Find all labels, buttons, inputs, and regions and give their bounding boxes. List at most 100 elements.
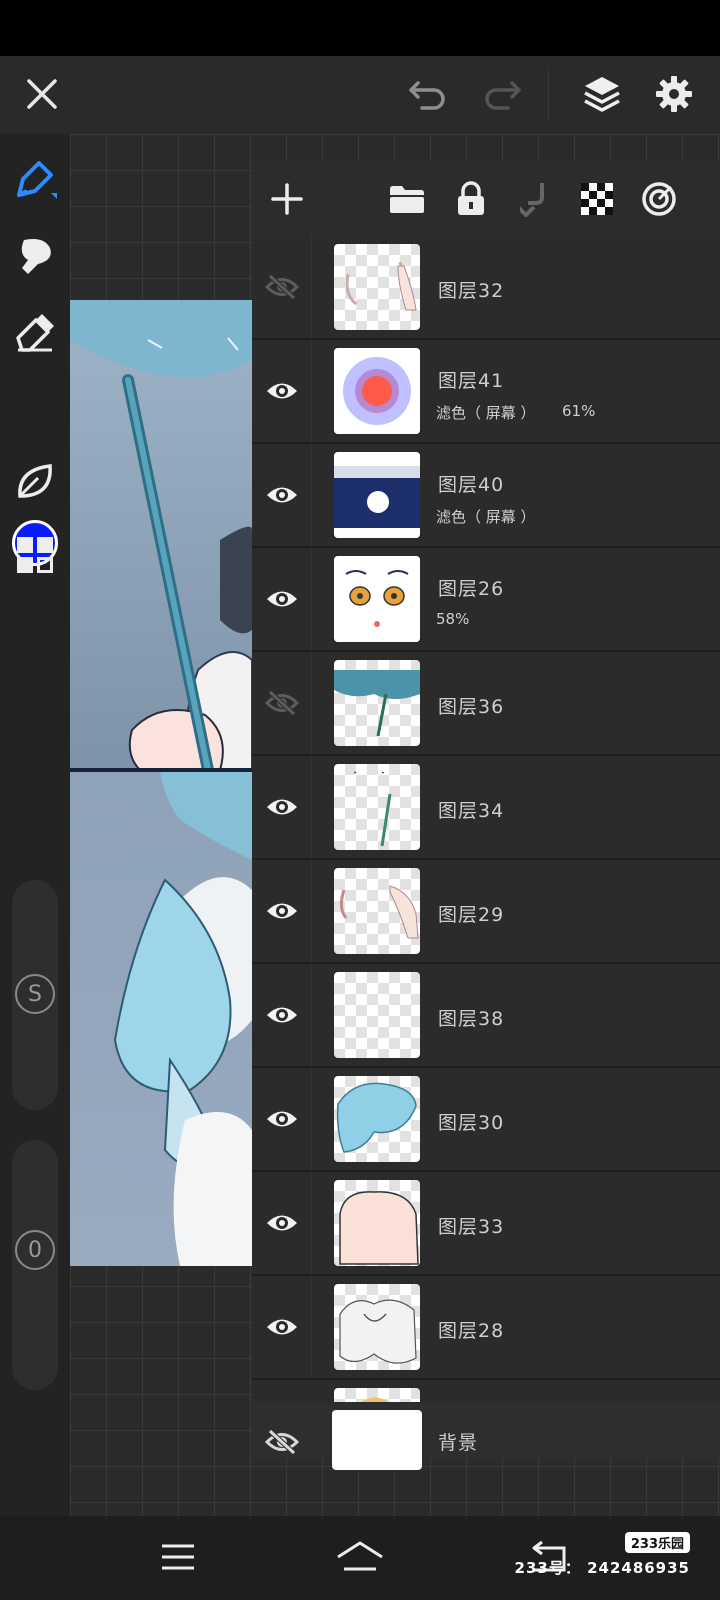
home-icon [337,1541,383,1571]
layer-row[interactable]: 图层30 [252,1068,720,1172]
opacity-slider-knob[interactable]: 0 [15,1230,55,1270]
layer-name: 图层28 [438,1320,505,1342]
visibility-toggle[interactable] [252,652,312,754]
visibility-toggle[interactable] [252,964,312,1066]
brush-opacity-slider[interactable]: 0 [12,1140,58,1390]
layer-name: 图层26 [438,578,505,600]
new-folder-button[interactable] [382,174,432,224]
layer-name: 图层36 [438,696,505,718]
layer-row[interactable]: 图层29 [252,860,720,964]
watermark-id: 233号： 242486935 [514,1559,690,1577]
left-toolbar: S 0 [0,134,70,1516]
layer-row[interactable]: 图层34 [252,756,720,860]
layer-row[interactable]: 图层36 [252,652,720,756]
system-nav-bar: 233乐园 233号： 242486935 [0,1516,720,1600]
layer-name: 图层40 [438,474,505,496]
layer-name: 图层33 [438,1216,505,1238]
status-bar [0,0,720,56]
visibility-toggle[interactable] [252,444,312,546]
visibility-toggle[interactable] [252,1068,312,1170]
eye-off-icon [264,690,299,716]
layer-name: 图层32 [438,280,505,302]
smudge-tool[interactable] [10,230,60,280]
eye-icon [266,487,297,503]
layer-row-partial[interactable] [252,1380,720,1402]
layer-row[interactable]: 图层33 [252,1172,720,1276]
layer-list[interactable]: 图层32 图层41 滤色（ 屏幕 ） 61% 图层40 滤色（ 屏幕 ）图层26 58% 图层… [252,236,720,1402]
layer-opacity: 61% [562,402,596,420]
eye-icon [266,1215,297,1231]
eye-icon [266,383,297,399]
size-slider-knob[interactable]: S [15,974,55,1014]
layers-panel-toolbar [252,162,720,236]
layer-name: 图层38 [438,1008,505,1030]
layer-thumbnail [334,348,420,434]
smudge-icon [21,239,51,274]
layer-row[interactable]: 图层40 滤色（ 屏幕 ） [252,444,720,548]
layer-name: 图层41 [438,370,505,392]
layer-name: 图层34 [438,800,505,822]
divider [548,70,549,118]
eye-icon [266,1111,297,1127]
layer-thumbnail [334,972,420,1058]
blur-tool[interactable] [10,456,60,506]
visibility-toggle[interactable] [252,236,312,338]
eraser-icon [16,314,54,352]
lock-layer-button[interactable] [446,174,496,224]
layer-row[interactable]: 图层32 [252,236,720,340]
layers-button[interactable] [576,68,628,120]
eraser-tool[interactable] [10,306,60,356]
layer-thumbnail [332,1410,422,1470]
layer-thumbnail [334,452,420,538]
close-button[interactable] [16,68,68,120]
layer-name: 背景 [438,1432,479,1454]
grid-icon [17,537,53,573]
visibility-toggle[interactable] [252,548,312,650]
brush-size-slider[interactable]: S [12,880,58,1110]
visibility-toggle[interactable] [252,860,312,962]
transparency-lock-button[interactable] [572,174,622,224]
visibility-toggle[interactable] [252,340,312,442]
background-layer-row[interactable]: 背景 [252,1402,720,1470]
visibility-toggle[interactable] [252,1276,312,1378]
visibility-toggle[interactable] [252,1402,312,1482]
layer-row[interactable]: 图层28 [252,1276,720,1380]
menu-grid-tool[interactable] [10,530,60,580]
visibility-toggle[interactable] [252,756,312,858]
layer-name: 图层30 [438,1112,505,1134]
layer-thumbnail [334,1076,420,1162]
layer-blend-mode: 滤色（ 屏幕 ） [436,404,536,422]
watermark: 233乐园 233号： 242486935 [515,1532,690,1578]
artwork-image [70,300,252,1266]
reference-layer-button[interactable] [634,174,684,224]
layer-opacity: 58% [436,610,470,628]
eye-icon [266,591,297,607]
add-layer-button[interactable] [262,174,312,224]
watermark-logo: 233乐园 [624,1532,690,1553]
home-button[interactable] [330,1532,390,1582]
undo-button[interactable] [402,68,454,120]
layer-thumbnail [334,1180,420,1266]
artwork-canvas[interactable] [70,300,252,1266]
transparency-icon [581,183,613,215]
eye-icon [266,1319,297,1335]
layers-panel: 图层32 图层41 滤色（ 屏幕 ） 61% 图层40 滤色（ 屏幕 ）图层26 58% 图层… [252,162,720,1470]
layer-row[interactable]: 图层38 [252,964,720,1068]
settings-icon [656,76,692,112]
merge-down-button[interactable] [510,174,560,224]
pen-tool[interactable] [10,154,60,204]
leaf-icon [18,464,52,498]
layer-row[interactable]: 图层41 滤色（ 屏幕 ） 61% [252,340,720,444]
close-icon [27,79,57,109]
layer-thumbnail [334,660,420,746]
redo-button[interactable] [476,68,528,120]
visibility-toggle[interactable] [252,1172,312,1274]
folder-icon [390,186,424,213]
menu-button[interactable] [148,1532,208,1582]
pen-icon [17,161,57,199]
layer-name: 图层29 [438,904,505,926]
layer-row[interactable]: 图层26 58% [252,548,720,652]
layer-thumbnail [334,868,420,954]
layers-icon [584,77,620,112]
settings-button[interactable] [648,68,700,120]
